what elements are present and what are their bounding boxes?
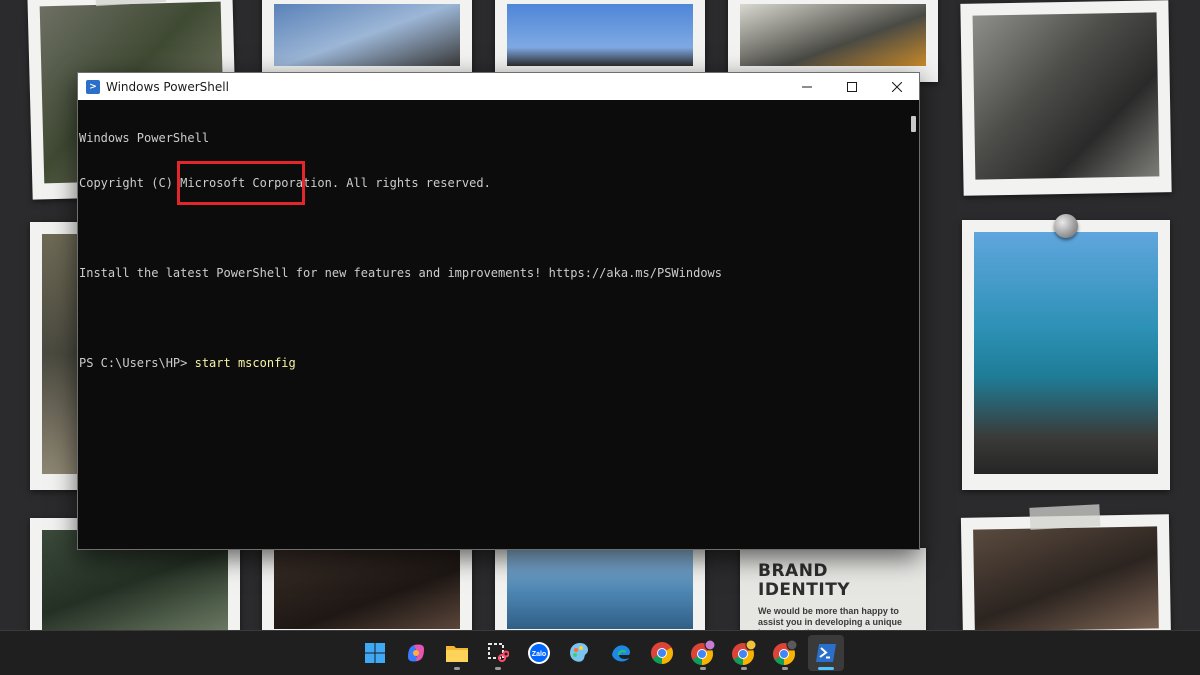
close-button[interactable] — [874, 73, 919, 100]
chrome-profile-icon — [690, 640, 715, 665]
maximize-icon — [846, 81, 857, 92]
minimize-icon — [801, 86, 812, 87]
svg-text:Zalo: Zalo — [531, 651, 545, 658]
copilot-icon — [407, 644, 424, 662]
window-title: Windows PowerShell — [106, 79, 229, 94]
file-explorer-icon — [445, 646, 468, 662]
wallpaper-photo — [262, 0, 472, 82]
snipping-tool-button[interactable] — [480, 635, 516, 671]
command-text: start msconfig — [194, 356, 296, 370]
wallpaper-photo — [728, 0, 938, 82]
powershell-taskbar-icon — [815, 644, 836, 662]
start-icon — [364, 643, 385, 663]
running-indicator — [494, 667, 501, 670]
wallpaper-photo — [960, 0, 1172, 196]
chrome-profile-3-button[interactable] — [767, 635, 803, 671]
title-bar[interactable]: > Windows PowerShell — [78, 73, 919, 100]
snipping-tool-icon — [487, 643, 509, 662]
command-highlight-box — [177, 161, 305, 205]
chrome-profile-2-button[interactable] — [726, 635, 762, 671]
prompt-text: PS C:\Users\HP> — [79, 356, 195, 370]
running-indicator — [699, 667, 706, 670]
prompt-line[interactable]: PS C:\Users\HP> start msconfig — [79, 356, 907, 371]
brand-title-line1: BRAND — [758, 561, 829, 581]
taskbar: Zalo — [0, 630, 1200, 675]
caption-buttons — [784, 73, 919, 100]
running-indicator — [740, 667, 747, 670]
active-indicator — [817, 667, 834, 670]
console-line: Windows PowerShell — [79, 131, 210, 145]
brand-identity-card: BRAND IDENTITY We would be more than hap… — [740, 548, 926, 630]
minimize-button[interactable] — [784, 73, 829, 100]
wallpaper-photo — [495, 0, 705, 82]
zalo-button[interactable]: Zalo — [521, 635, 557, 671]
brand-body-text: We would be more than happy to assist yo… — [758, 606, 903, 630]
brand-title-line2: IDENTITY — [758, 580, 851, 600]
scrollbar[interactable] — [907, 100, 919, 549]
console-line: Install the latest PowerShell for new fe… — [79, 266, 722, 280]
copilot-button[interactable] — [398, 635, 434, 671]
chrome-button[interactable] — [644, 635, 680, 671]
zalo-icon: Zalo — [527, 642, 550, 664]
close-icon — [891, 81, 902, 92]
scrollbar-thumb[interactable] — [911, 116, 916, 132]
wallpaper-photo — [962, 214, 1170, 490]
paint-button[interactable] — [562, 635, 598, 671]
paint-icon — [569, 643, 588, 662]
powershell-window[interactable]: > Windows PowerShell Windows PowerShell … — [77, 72, 920, 550]
running-indicator — [781, 667, 788, 670]
powershell-icon: > — [86, 79, 100, 94]
running-indicator — [453, 667, 460, 670]
edge-dev-button[interactable] — [603, 635, 639, 671]
wallpaper-photo — [960, 504, 1172, 630]
chrome-profile-button[interactable] — [685, 635, 721, 671]
chrome-profile-2-icon — [731, 640, 756, 665]
chrome-profile-3-icon — [772, 640, 797, 665]
edge-dev-icon — [611, 645, 630, 662]
start-button[interactable] — [357, 635, 393, 671]
maximize-button[interactable] — [829, 73, 874, 100]
file-explorer-button[interactable] — [439, 635, 475, 671]
chrome-icon — [650, 642, 673, 664]
powershell-taskbar-button[interactable] — [807, 635, 844, 671]
